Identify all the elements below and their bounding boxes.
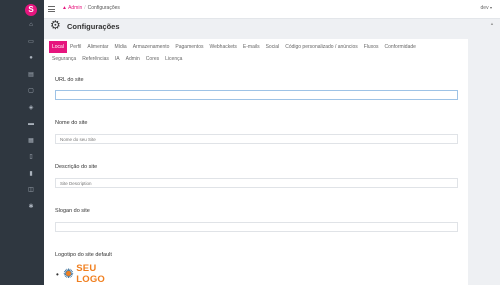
plugins-icon[interactable]: ▦ bbox=[28, 138, 34, 144]
gear-icon: ⚙ bbox=[50, 18, 61, 32]
tab-row: Segurança Referências IA Admin Cores Licença bbox=[49, 53, 449, 65]
tab-cores[interactable]: Cores bbox=[143, 53, 162, 65]
app-logo[interactable]: S bbox=[25, 4, 37, 16]
site-logo-preview[interactable]: ✺ SEU LOGO bbox=[62, 262, 125, 285]
media-icon[interactable]: ▤ bbox=[28, 72, 34, 78]
top-bar: ▲ Admin / Configurações dev ▾ bbox=[44, 0, 500, 19]
sun-core bbox=[66, 271, 71, 276]
settings-card: Local Perfil Alimentar Mídia Armazenamento Pa… bbox=[44, 39, 468, 285]
sun-logo-icon: ✺ bbox=[62, 267, 74, 280]
user-menu[interactable]: dev ▾ bbox=[481, 5, 492, 11]
settings-icon[interactable]: ▮ bbox=[28, 171, 34, 177]
tab-conformidade[interactable]: Conformidade bbox=[382, 41, 419, 53]
posts-icon[interactable]: ▭ bbox=[28, 39, 34, 45]
page-scrollbar[interactable]: ▲ bbox=[490, 19, 496, 285]
chevron-down-icon[interactable]: ▾ bbox=[490, 5, 492, 10]
list-bullet: • bbox=[56, 270, 59, 279]
comments-icon[interactable]: ◈ bbox=[28, 105, 34, 111]
breadcrumb-home[interactable]: ▲ Admin bbox=[62, 5, 82, 11]
tab-pagamentos[interactable]: Pagamentos bbox=[172, 41, 206, 53]
site-url-input[interactable] bbox=[55, 90, 458, 100]
page-title: Configurações bbox=[67, 22, 120, 31]
tab-admin[interactable]: Admin bbox=[123, 53, 143, 65]
menu-toggle-icon[interactable] bbox=[48, 6, 55, 12]
tab-webhackets[interactable]: Webhackets bbox=[206, 41, 239, 53]
user-name[interactable]: dev bbox=[481, 5, 489, 11]
users-icon[interactable]: ● bbox=[28, 55, 34, 61]
tools-icon[interactable]: ▯ bbox=[28, 154, 34, 160]
site-slogan-input[interactable] bbox=[55, 222, 458, 232]
settings-tabs: Local Perfil Alimentar Mídia Armazenamento Pa… bbox=[49, 41, 449, 65]
tab-e-mails[interactable]: E-mails bbox=[240, 41, 263, 53]
breadcrumb: ▲ Admin / Configurações bbox=[62, 5, 120, 11]
site-description-label: Descrição do site bbox=[55, 164, 98, 170]
tab-codigo-personalizado-anuncios[interactable]: Código personalizado / anúncios bbox=[282, 41, 361, 53]
breadcrumb-separator: / bbox=[84, 5, 86, 11]
tab-ia[interactable]: IA bbox=[112, 53, 123, 65]
help-icon[interactable]: ✱ bbox=[28, 204, 34, 210]
tab-local[interactable]: Local bbox=[49, 41, 67, 53]
dashboard-icon[interactable]: ⌂ bbox=[28, 22, 34, 28]
page-header: ⚙ Configurações bbox=[44, 19, 500, 39]
site-slogan-label: Slogan do site bbox=[55, 208, 90, 214]
sidebar-nav: ⌂ ▭ ● ▤ ▢ ◈ ▬ ▦ ▯ ▮ ◫ ✱ bbox=[28, 22, 37, 220]
tab-social[interactable]: Social bbox=[263, 41, 283, 53]
site-name-input[interactable] bbox=[55, 134, 458, 144]
tab-midia[interactable]: Mídia bbox=[111, 41, 129, 53]
sidebar: S ⌂ ▭ ● ▤ ▢ ◈ ▬ ▦ ▯ ▮ ◫ ✱ bbox=[0, 0, 44, 285]
tab-seguranca[interactable]: Segurança bbox=[49, 53, 79, 65]
site-url-label: URL do site bbox=[55, 77, 84, 83]
logo-text: SEU LOGO bbox=[76, 262, 106, 285]
tab-alimentar[interactable]: Alimentar bbox=[84, 41, 111, 53]
tab-referencias[interactable]: Referências bbox=[79, 53, 112, 65]
breadcrumb-home-label[interactable]: Admin bbox=[68, 5, 82, 11]
reports-icon[interactable]: ◫ bbox=[28, 187, 34, 193]
tab-fluxos[interactable]: Fluxos bbox=[361, 41, 382, 53]
pages-icon[interactable]: ▢ bbox=[28, 88, 34, 94]
scroll-up-icon[interactable]: ▲ bbox=[490, 21, 494, 26]
site-name-label: Nome do site bbox=[55, 120, 88, 126]
tab-perfil[interactable]: Perfil bbox=[67, 41, 84, 53]
site-logo-label: Logotipo do site default bbox=[55, 252, 112, 258]
tab-licenca[interactable]: Licença bbox=[162, 53, 185, 65]
tab-armazenamento[interactable]: Armazenamento bbox=[130, 41, 173, 53]
tab-row: Local Perfil Alimentar Mídia Armazenamento Pa… bbox=[49, 41, 449, 53]
appearance-icon[interactable]: ▬ bbox=[28, 121, 34, 127]
site-description-input[interactable] bbox=[55, 178, 458, 188]
breadcrumb-current: Configurações bbox=[87, 5, 120, 11]
